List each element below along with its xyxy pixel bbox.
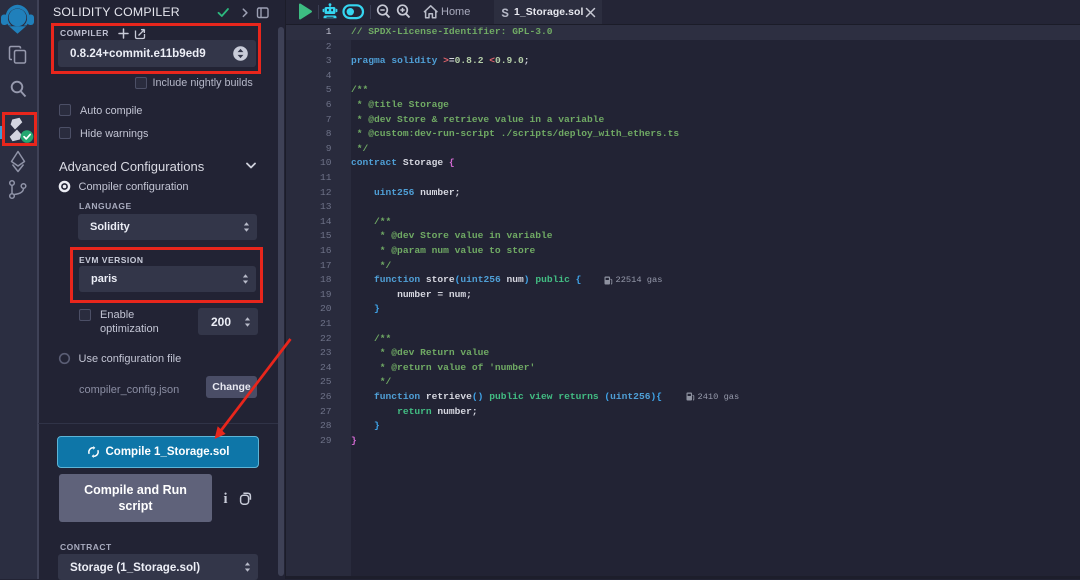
- svg-text:S: S: [501, 7, 509, 20]
